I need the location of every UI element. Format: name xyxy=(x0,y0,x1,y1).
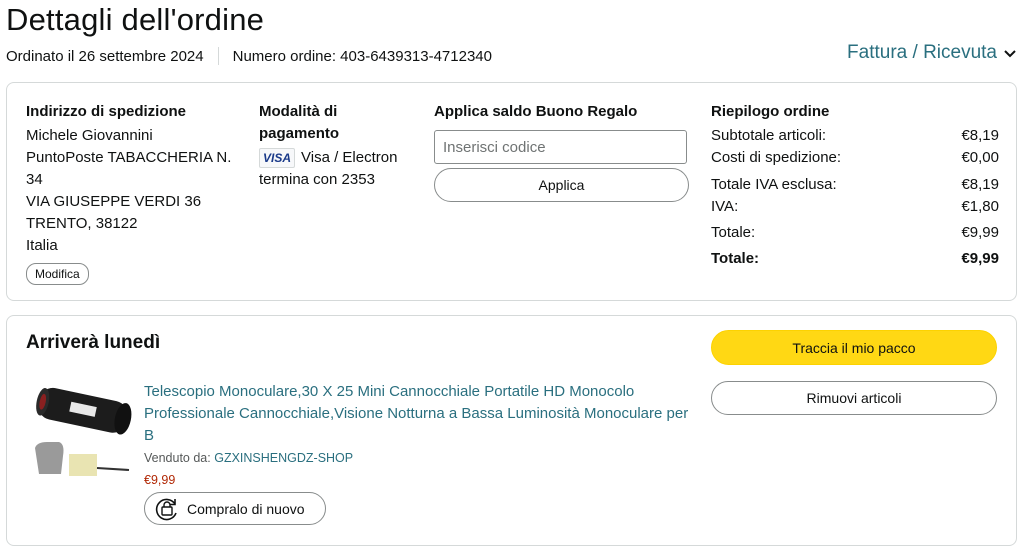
order-number: Numero ordine: 403-6439313-4712340 xyxy=(232,47,492,65)
address-line: Italia xyxy=(26,237,58,254)
gift-code-input[interactable] xyxy=(434,130,687,164)
remove-items-button[interactable]: Rimuovi articoli xyxy=(711,381,997,415)
summary-row: Totale IVA esclusa: €8,19 xyxy=(711,174,999,196)
product-price: €9,99 xyxy=(144,473,176,487)
summary-value: €8,19 xyxy=(961,176,999,193)
address-line: Michele Giovannini xyxy=(26,127,153,144)
shipment-card: Arriverà lunedì Traccia il mio pacco Rim… xyxy=(6,315,1017,546)
summary-row: Totale: €9,99 xyxy=(711,222,999,244)
summary-grand-total: Totale: €9,99 xyxy=(711,248,999,270)
payment-section: Modalità di pagamento VISA Visa / Electro… xyxy=(259,101,419,191)
order-date: Ordinato il 26 settembre 2024 xyxy=(6,47,204,65)
summary-value: €0,00 xyxy=(961,149,999,166)
order-summary-section: Riepilogo ordine Subtotale articoli: €8,… xyxy=(711,101,999,270)
buy-again-label: Compralo di nuovo xyxy=(187,500,305,517)
summary-heading: Riepilogo ordine xyxy=(711,103,830,120)
apply-gift-button[interactable]: Applica xyxy=(434,168,689,202)
seller-info: Venduto da: GZXINSHENGDZ-SHOP xyxy=(144,451,353,465)
meta-divider xyxy=(217,47,219,65)
shipping-address-section: Indirizzo di spedizione Michele Giovanni… xyxy=(26,101,236,285)
gift-heading: Applica saldo Buono Regalo xyxy=(434,103,638,120)
summary-label: Totale IVA esclusa: xyxy=(711,176,837,193)
summary-row: Subtotale articoli: €8,19 xyxy=(711,125,999,147)
order-meta: Ordinato il 26 settembre 2024 Numero ord… xyxy=(6,47,492,65)
product-title-link[interactable]: Telescopio Monoculare,30 X 25 Mini Canno… xyxy=(144,381,689,447)
summary-row: Costi di spedizione: €0,00 xyxy=(711,147,999,169)
summary-value: €1,80 xyxy=(961,198,999,215)
order-info-card: Indirizzo di spedizione Michele Giovanni… xyxy=(6,82,1017,301)
address-line: VIA GIUSEPPE VERDI 36 xyxy=(26,193,202,210)
modify-address-button[interactable]: Modifica xyxy=(26,263,89,285)
chevron-down-icon xyxy=(1004,50,1016,58)
summary-label: Costi di spedizione: xyxy=(711,149,842,166)
summary-label: Subtotale articoli: xyxy=(711,127,827,144)
visa-card-icon: VISA xyxy=(259,148,295,169)
track-package-button[interactable]: Traccia il mio pacco xyxy=(711,330,997,365)
gift-card-section: Applica saldo Buono Regalo Applica xyxy=(434,101,694,202)
address-line: TRENTO, 38122 xyxy=(26,215,138,232)
payment-method: VISA Visa / Electron xyxy=(259,147,419,169)
card-type: Visa / Electron xyxy=(301,149,398,166)
summary-value: €8,19 xyxy=(961,127,999,144)
address-line: PuntoPoste TABACCHERIA N. 34 xyxy=(26,149,232,188)
buy-again-button[interactable]: Compralo di nuovo xyxy=(144,492,326,525)
product-image[interactable] xyxy=(29,384,133,480)
payment-heading: Modalità di pagamento xyxy=(259,103,340,142)
seller-link[interactable]: GZXINSHENGDZ-SHOP xyxy=(214,451,353,465)
summary-value: €9,99 xyxy=(961,224,999,241)
summary-label: IVA: xyxy=(711,198,739,215)
shipping-heading: Indirizzo di spedizione xyxy=(26,103,187,120)
buy-again-icon xyxy=(155,498,177,520)
summary-row: IVA: €1,80 xyxy=(711,196,999,218)
page-title: Dettagli dell'ordine xyxy=(6,2,265,37)
sold-by-label: Venduto da: xyxy=(144,451,211,465)
invoice-dropdown[interactable]: Fattura / Ricevuta xyxy=(847,42,1017,64)
summary-label: Totale: xyxy=(711,224,756,241)
summary-value: €9,99 xyxy=(961,250,999,267)
summary-label: Totale: xyxy=(711,250,760,267)
card-ending: termina con 2353 xyxy=(259,171,375,188)
invoice-link-label: Fattura / Ricevuta xyxy=(847,42,997,63)
arrival-heading: Arriverà lunedì xyxy=(26,332,161,353)
